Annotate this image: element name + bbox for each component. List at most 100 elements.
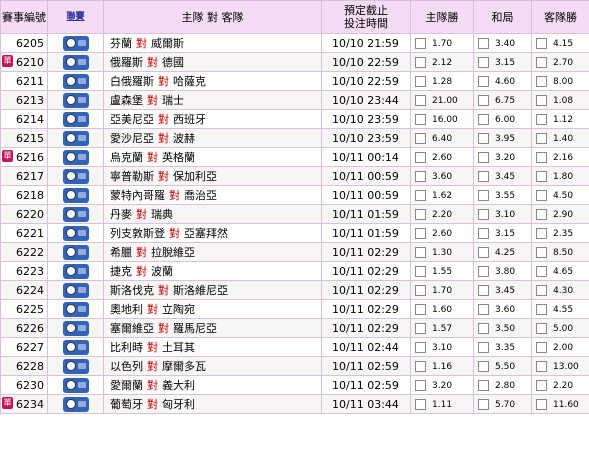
deadline-time: 10/11 03:44 [321, 394, 411, 414]
home-win-checkbox[interactable] [415, 399, 426, 410]
draw-checkbox[interactable] [478, 57, 489, 68]
football-league-icon[interactable] [62, 54, 89, 70]
draw-odds: 5.70 [495, 399, 516, 410]
draw-odds: 3.20 [495, 152, 516, 163]
draw-checkbox[interactable] [478, 190, 489, 201]
draw-checkbox[interactable] [478, 228, 489, 239]
away-win-checkbox[interactable] [536, 133, 547, 144]
away-win-odds-cell: 2.90 [531, 204, 589, 224]
draw-checkbox[interactable] [478, 361, 489, 372]
away-win-checkbox[interactable] [536, 57, 547, 68]
match-number: 6215 [0, 128, 48, 148]
draw-checkbox[interactable] [478, 209, 489, 220]
league-cell [47, 223, 104, 243]
football-league-icon[interactable] [62, 92, 89, 108]
draw-checkbox[interactable] [478, 152, 489, 163]
football-league-icon[interactable] [62, 168, 89, 184]
football-league-icon[interactable] [62, 282, 89, 298]
away-win-checkbox[interactable] [536, 361, 547, 372]
home-win-checkbox[interactable] [415, 323, 426, 334]
away-win-checkbox[interactable] [536, 380, 547, 391]
away-win-odds: 4.30 [553, 285, 574, 296]
football-league-icon[interactable] [62, 35, 89, 51]
home-win-checkbox[interactable] [415, 95, 426, 106]
draw-checkbox[interactable] [478, 304, 489, 315]
away-win-checkbox[interactable] [536, 323, 547, 334]
home-win-checkbox[interactable] [415, 228, 426, 239]
away-win-checkbox[interactable] [536, 171, 547, 182]
home-win-checkbox[interactable] [415, 304, 426, 315]
football-league-icon[interactable] [62, 377, 89, 393]
home-team: 蒙特內哥羅 [110, 189, 165, 202]
draw-checkbox[interactable] [478, 95, 489, 106]
match-number-text: 6221 [16, 226, 44, 240]
draw-checkbox[interactable] [478, 171, 489, 182]
away-win-checkbox[interactable] [536, 190, 547, 201]
league-cell [47, 185, 104, 205]
home-win-checkbox[interactable] [415, 133, 426, 144]
away-win-checkbox[interactable] [536, 266, 547, 277]
away-win-checkbox[interactable] [536, 152, 547, 163]
home-win-checkbox[interactable] [415, 38, 426, 49]
away-win-checkbox[interactable] [536, 342, 547, 353]
home-win-checkbox[interactable] [415, 57, 426, 68]
table-row: 6211 白俄羅斯對哈薩克 10/10 22:59 1.28 4.60 8.00 [0, 71, 589, 91]
home-win-checkbox[interactable] [415, 266, 426, 277]
home-win-checkbox[interactable] [415, 76, 426, 87]
football-league-icon[interactable] [62, 301, 89, 317]
football-league-icon[interactable] [62, 263, 89, 279]
home-win-checkbox[interactable] [415, 171, 426, 182]
football-league-icon[interactable] [62, 206, 89, 222]
football-league-icon[interactable] [62, 149, 89, 165]
home-win-checkbox[interactable] [415, 247, 426, 258]
draw-checkbox[interactable] [478, 247, 489, 258]
football-league-icon[interactable] [62, 339, 89, 355]
home-win-checkbox[interactable] [415, 152, 426, 163]
away-win-odds: 2.00 [553, 342, 574, 353]
draw-checkbox[interactable] [478, 114, 489, 125]
away-win-checkbox[interactable] [536, 114, 547, 125]
away-win-checkbox[interactable] [536, 76, 547, 87]
away-win-checkbox[interactable] [536, 209, 547, 220]
away-win-checkbox[interactable] [536, 304, 547, 315]
away-win-checkbox[interactable] [536, 285, 547, 296]
home-win-checkbox[interactable] [415, 209, 426, 220]
draw-checkbox[interactable] [478, 323, 489, 334]
home-win-checkbox[interactable] [415, 285, 426, 296]
away-win-checkbox[interactable] [536, 247, 547, 258]
football-league-icon[interactable] [62, 187, 89, 203]
draw-odds: 3.55 [495, 190, 516, 201]
away-win-checkbox[interactable] [536, 228, 547, 239]
draw-checkbox[interactable] [478, 38, 489, 49]
draw-checkbox[interactable] [478, 285, 489, 296]
home-win-checkbox[interactable] [415, 114, 426, 125]
football-league-icon[interactable] [62, 244, 89, 260]
header-league-link[interactable]: 聯賽 [47, 0, 104, 34]
draw-checkbox[interactable] [478, 266, 489, 277]
draw-checkbox[interactable] [478, 133, 489, 144]
home-win-checkbox[interactable] [415, 342, 426, 353]
away-win-odds-cell: 4.55 [531, 299, 589, 319]
football-league-icon[interactable] [62, 111, 89, 127]
football-league-icon[interactable] [62, 358, 89, 374]
away-team: 瑞士 [162, 94, 184, 107]
home-win-checkbox[interactable] [415, 190, 426, 201]
header-draw: 和局 [473, 0, 532, 34]
away-win-checkbox[interactable] [536, 95, 547, 106]
away-win-checkbox[interactable] [536, 399, 547, 410]
football-league-icon[interactable] [62, 396, 89, 412]
match-teams: 列支敦斯登對亞塞拜然 [103, 223, 322, 243]
football-league-icon[interactable] [62, 130, 89, 146]
draw-checkbox[interactable] [478, 342, 489, 353]
deadline-time: 10/10 23:44 [321, 90, 411, 110]
away-win-checkbox[interactable] [536, 38, 547, 49]
draw-checkbox[interactable] [478, 399, 489, 410]
draw-checkbox[interactable] [478, 76, 489, 87]
home-win-odds-cell: 2.60 [410, 223, 474, 243]
draw-checkbox[interactable] [478, 380, 489, 391]
football-league-icon[interactable] [62, 320, 89, 336]
home-win-checkbox[interactable] [415, 380, 426, 391]
home-win-checkbox[interactable] [415, 361, 426, 372]
football-league-icon[interactable] [62, 225, 89, 241]
football-league-icon[interactable] [62, 73, 89, 89]
